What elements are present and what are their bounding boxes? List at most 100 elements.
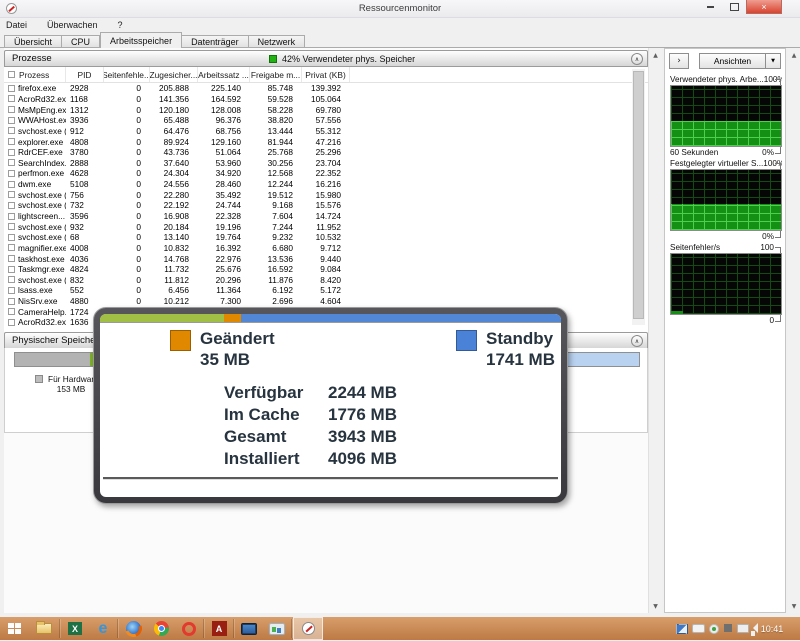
process-row[interactable]: svchost.exe (... 932 0 20.184 19.196 7.244 11.…: [4, 221, 648, 232]
column-header-privat[interactable]: Privat (KB): [302, 67, 350, 82]
process-checkbox[interactable]: [8, 95, 15, 103]
column-header-arbeitssatz[interactable]: Arbeitssatz ...: [198, 67, 250, 82]
process-row[interactable]: svchost.exe (... 912 0 64.476 68.756 13.444 55…: [4, 126, 648, 137]
firefox-button[interactable]: [119, 617, 147, 640]
tab-datentraeger[interactable]: Datenträger: [182, 35, 249, 48]
processes-section-header[interactable]: Prozesse 42% Verwendeter phys. Speicher …: [4, 50, 648, 67]
tray-status-icon[interactable]: [709, 624, 719, 634]
process-row[interactable]: svchost.exe (... 732 0 22.192 24.744 9.168 15.…: [4, 200, 648, 211]
views-dropdown-button[interactable]: Ansichten ▼: [699, 53, 781, 69]
resource-monitor-taskbar-button[interactable]: [293, 617, 323, 640]
taskbar-clock[interactable]: 10:41: [752, 617, 792, 640]
process-checkbox[interactable]: [8, 265, 15, 273]
process-row[interactable]: NisSrv.exe 4880 0 10.212 7.300 2.696 4.604: [4, 296, 648, 307]
menu-item-ueberwachen[interactable]: Überwachen: [47, 20, 98, 30]
process-row[interactable]: SearchIndex... 2888 0 37.640 53.960 30.256 23.…: [4, 157, 648, 168]
process-checkbox[interactable]: [8, 106, 15, 114]
app-button-system-tool[interactable]: [263, 617, 291, 640]
tab-cpu[interactable]: CPU: [62, 35, 101, 48]
maximize-button[interactable]: [722, 0, 746, 14]
process-row[interactable]: lsass.exe 552 0 6.456 11.364 6.192 5.172: [4, 285, 648, 296]
process-row[interactable]: MsMpEng.exe 1312 0 120.180 128.008 58.228 69.7…: [4, 104, 648, 115]
processes-collapse-button[interactable]: ∧: [631, 53, 643, 65]
internet-explorer-button[interactable]: e: [89, 617, 117, 640]
app-button-monitor[interactable]: [235, 617, 263, 640]
start-button[interactable]: [0, 617, 28, 640]
taskbar[interactable]: X e A 10:41: [0, 617, 800, 640]
process-checkbox[interactable]: [8, 159, 15, 167]
process-pid: 68: [70, 232, 80, 243]
scroll-down-icon[interactable]: ▼: [649, 600, 662, 612]
process-row[interactable]: WWAHost.exe 3936 0 65.488 96.376 38.820 57.556: [4, 115, 648, 126]
process-checkbox[interactable]: [8, 308, 15, 316]
process-table-scrollbar-thumb[interactable]: [633, 71, 644, 319]
process-row[interactable]: Taskmgr.exe 4824 0 11.732 25.676 16.592 9.084: [4, 264, 648, 275]
chevron-down-icon[interactable]: ▼: [766, 53, 781, 69]
process-checkbox[interactable]: [8, 84, 15, 92]
process-row[interactable]: svchost.exe (... 756 0 22.280 35.492 19.512 15…: [4, 189, 648, 200]
process-checkbox[interactable]: [8, 148, 15, 156]
process-checkbox[interactable]: [8, 127, 15, 135]
process-checkbox[interactable]: [8, 180, 15, 188]
scroll-up-icon[interactable]: ▲: [788, 49, 800, 61]
process-row[interactable]: taskhost.exe 4036 0 14.768 22.976 13.536 9.440: [4, 253, 648, 264]
process-checkbox[interactable]: [8, 191, 15, 199]
process-checkbox[interactable]: [8, 169, 15, 177]
file-explorer-button[interactable]: [30, 617, 58, 640]
scroll-up-icon[interactable]: ▲: [649, 49, 662, 61]
tray-battery-icon[interactable]: [692, 624, 705, 633]
adobe-reader-button[interactable]: A: [205, 617, 233, 640]
tray-action-center-icon[interactable]: [676, 624, 688, 634]
process-checkbox[interactable]: [8, 212, 15, 220]
process-checkbox[interactable]: [8, 244, 15, 252]
views-button-label[interactable]: Ansichten: [699, 53, 766, 69]
process-table-scrollbar[interactable]: [632, 69, 645, 325]
window-scrollbar[interactable]: ▲ ▼: [788, 48, 800, 613]
process-value: 0: [136, 242, 141, 253]
process-checkbox[interactable]: [8, 116, 15, 124]
column-header-prozess[interactable]: Prozess: [4, 67, 66, 82]
excel-button[interactable]: X: [61, 617, 89, 640]
process-row[interactable]: AcroRd32.exe 1168 0 141.356 164.592 59.528 105…: [4, 94, 648, 105]
process-row[interactable]: svchost.exe (... 832 0 11.812 20.296 11.876 8.…: [4, 275, 648, 286]
opera-button[interactable]: [175, 617, 203, 640]
process-row[interactable]: RdrCEF.exe 3780 0 43.736 51.064 25.768 25.296: [4, 147, 648, 158]
tray-network-icon[interactable]: [737, 624, 749, 633]
process-row[interactable]: perfmon.exe 4628 0 24.304 34.920 12.568 22.352: [4, 168, 648, 179]
physical-memory-collapse-button[interactable]: ∧: [631, 335, 643, 347]
collapse-panel-button[interactable]: ›: [669, 53, 689, 69]
process-row[interactable]: svchost.exe (... 68 0 13.140 19.764 9.232 10.5…: [4, 232, 648, 243]
column-header-seitenfehler[interactable]: Seitenfehle...: [104, 67, 150, 82]
tab-arbeitsspeicher[interactable]: Arbeitsspeicher: [100, 32, 183, 48]
process-row[interactable]: firefox.exe 2928 0 205.888 225.140 85.748 139.…: [4, 83, 648, 94]
column-header-zugesichert[interactable]: Zugesicher...: [150, 67, 198, 82]
process-checkbox[interactable]: [8, 318, 15, 326]
process-checkbox[interactable]: [8, 255, 15, 263]
menu-item-help[interactable]: ?: [118, 20, 123, 30]
process-row[interactable]: magnifier.exe 4008 0 10.832 16.392 6.680 9.712: [4, 243, 648, 254]
tab-uebersicht[interactable]: Übersicht: [4, 35, 63, 48]
process-row[interactable]: explorer.exe 4808 0 89.924 129.160 81.944 47.2…: [4, 136, 648, 147]
process-checkbox[interactable]: [8, 276, 15, 284]
process-checkbox[interactable]: [8, 138, 15, 146]
title-bar[interactable]: Ressourcenmonitor: [0, 0, 800, 18]
tray-app-square-icon[interactable]: [724, 624, 732, 632]
chrome-button[interactable]: [147, 617, 175, 640]
content-scrollbar[interactable]: ▲ ▼: [648, 48, 662, 613]
tab-netzwerk[interactable]: Netzwerk: [248, 35, 306, 48]
process-row[interactable]: dwm.exe 5108 0 24.556 28.460 12.244 16.216: [4, 179, 648, 190]
process-checkbox[interactable]: [8, 223, 15, 231]
magnifier-lens[interactable]: Geändert 35 MB Standby 1741 MB Verfügbar…: [93, 307, 568, 504]
process-checkbox[interactable]: [8, 233, 15, 241]
scroll-down-icon[interactable]: ▼: [788, 600, 800, 612]
select-all-checkbox[interactable]: [8, 71, 15, 78]
process-checkbox[interactable]: [8, 297, 15, 305]
column-header-freigabe[interactable]: Freigabe m...: [250, 67, 302, 82]
process-checkbox[interactable]: [8, 286, 15, 294]
column-header-pid[interactable]: PID: [66, 67, 104, 82]
process-row[interactable]: lightscreen... 3596 0 16.908 22.328 7.604 14.7…: [4, 211, 648, 222]
process-checkbox[interactable]: [8, 201, 15, 209]
close-button[interactable]: ×: [746, 0, 782, 14]
minimize-button[interactable]: [698, 0, 722, 14]
menu-item-datei[interactable]: Datei: [6, 20, 27, 30]
